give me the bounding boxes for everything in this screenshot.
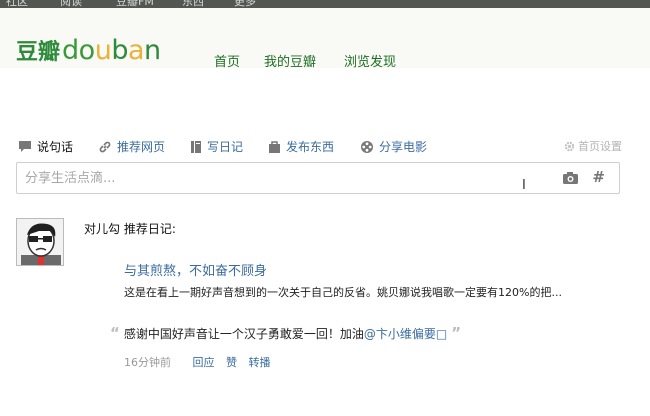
diary-excerpt: 这是在看上一期好声音想到的一次关于自己的反省。姚贝娜说我唱歌一定要有120%的把… xyxy=(124,286,562,299)
comment-text: 感谢中国好声音让一个汉子勇敢爱一回！加油 xyxy=(123,326,364,341)
topbar-item[interactable]: 社区 xyxy=(6,0,28,8)
douban-logo[interactable]: 豆瓣 douban xyxy=(16,34,161,68)
bag-icon xyxy=(269,140,280,153)
book-icon xyxy=(191,140,201,153)
like-link[interactable]: 赞 xyxy=(226,356,237,369)
topbar-item[interactable]: 更多 xyxy=(234,0,256,8)
feed-comment: “ 感谢中国好声音让一个汉子勇敢爱一回！加油 @卞小维偏要□ ” xyxy=(106,324,465,342)
close-quote-icon: ” xyxy=(451,324,462,342)
open-quote-icon: “ xyxy=(110,324,120,342)
nav-explore[interactable]: 浏览发现 xyxy=(344,51,396,70)
avatar[interactable] xyxy=(16,218,64,266)
feed-action: 推荐日记: xyxy=(123,222,176,236)
nav-my-douban[interactable]: 我的豆瓣 xyxy=(264,51,316,70)
write-diary-tab[interactable]: 写日记 xyxy=(190,138,243,155)
homepage-settings-link[interactable]: 首页设置 xyxy=(564,138,622,154)
text-cursor-icon: I xyxy=(522,178,526,193)
topbar-item[interactable]: 东西 xyxy=(182,0,204,8)
timestamp[interactable]: 16分钟前 xyxy=(124,356,171,369)
main-nav: 首页 我的豆瓣 浏览发现 xyxy=(214,51,420,70)
publish-item-tab[interactable]: 发布东西 xyxy=(268,138,334,155)
film-reel-icon xyxy=(361,140,373,153)
top-global-bar: 社区 阅读 豆瓣FM 东西 更多 xyxy=(0,0,650,8)
reply-link[interactable]: 回应 xyxy=(193,356,215,369)
diary-title-link[interactable]: 与其煎熬，不如奋不顾身 xyxy=(124,260,267,279)
say-something-tab[interactable]: 说句话 xyxy=(18,138,73,155)
gear-icon xyxy=(564,141,575,151)
logo-english: douban xyxy=(62,35,161,66)
speech-bubble-icon xyxy=(19,141,31,152)
topbar-item[interactable]: 豆瓣FM xyxy=(116,0,154,8)
share-movie-tab[interactable]: 分享电影 xyxy=(360,138,427,155)
site-header: 豆瓣 douban 首页 我的豆瓣 浏览发现 xyxy=(0,8,650,70)
feed-meta: 16分钟前 回应 赞 转播 xyxy=(124,354,279,370)
mention-link[interactable]: @卞小维偏要□ xyxy=(364,325,447,342)
status-composer: # xyxy=(16,162,620,194)
recommend-page-tab[interactable]: 推荐网页 xyxy=(98,138,165,155)
feed-header: 对儿勾 推荐日记: xyxy=(84,220,176,237)
camera-icon[interactable] xyxy=(562,171,579,185)
topbar-item[interactable]: 阅读 xyxy=(60,0,82,8)
share-toolbar: 说句话 推荐网页 写日记 发布东西 分享电影 首页设置 xyxy=(18,138,622,154)
reshare-link[interactable]: 转播 xyxy=(249,356,271,369)
logo-chinese: 豆瓣 xyxy=(16,40,61,65)
feed-username[interactable]: 对儿勾 xyxy=(84,222,120,236)
status-input[interactable] xyxy=(17,163,517,193)
nav-home[interactable]: 首页 xyxy=(214,51,240,70)
link-icon xyxy=(99,141,111,152)
hashtag-icon[interactable]: # xyxy=(592,168,605,186)
